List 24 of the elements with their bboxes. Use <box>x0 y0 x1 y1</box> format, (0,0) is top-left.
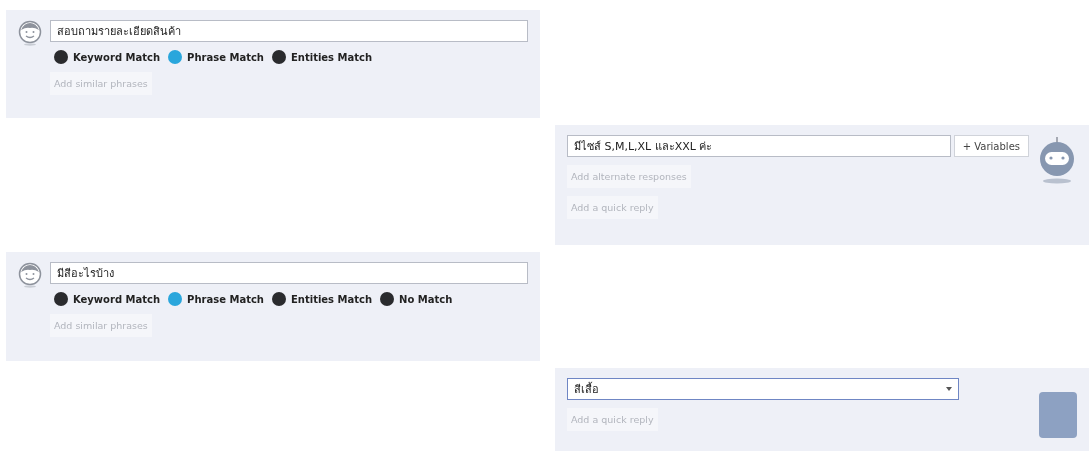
match-radio[interactable] <box>271 50 286 64</box>
dropdown-field[interactable]: สีเสื้อ <box>567 378 959 400</box>
match-radio[interactable] <box>54 292 68 306</box>
match-label: Entities Match <box>290 51 373 63</box>
match-label: No Match <box>399 293 453 305</box>
match-label: Phrase Match <box>187 293 264 305</box>
match-label: Keyword Match <box>73 51 161 63</box>
match-radio[interactable] <box>271 292 286 306</box>
phrase-input[interactable]: มีสีอะไรบ้าง <box>50 262 528 284</box>
match-label: Keyword Match <box>73 293 161 305</box>
robot-avatar-icon <box>1037 135 1077 185</box>
image-tile-icon <box>1039 392 1077 438</box>
match-label: Entities Match <box>290 293 373 305</box>
match-radio[interactable] <box>168 50 183 64</box>
smiley-avatar-icon <box>18 20 42 46</box>
smiley-avatar-icon <box>18 262 42 288</box>
response-input[interactable]: มีไซส์ S,M,L,XL และXXL ค่ะ <box>567 135 951 157</box>
caret-icon <box>946 387 952 391</box>
phrase-input[interactable]: สอบถามรายละเอียดสินค้า <box>50 20 528 42</box>
match-radio[interactable] <box>54 50 68 64</box>
variables-button[interactable]: + Variables <box>953 135 1029 157</box>
match-radio[interactable] <box>380 292 395 306</box>
match-label: Phrase Match <box>187 51 264 63</box>
match-radio[interactable] <box>168 292 183 306</box>
